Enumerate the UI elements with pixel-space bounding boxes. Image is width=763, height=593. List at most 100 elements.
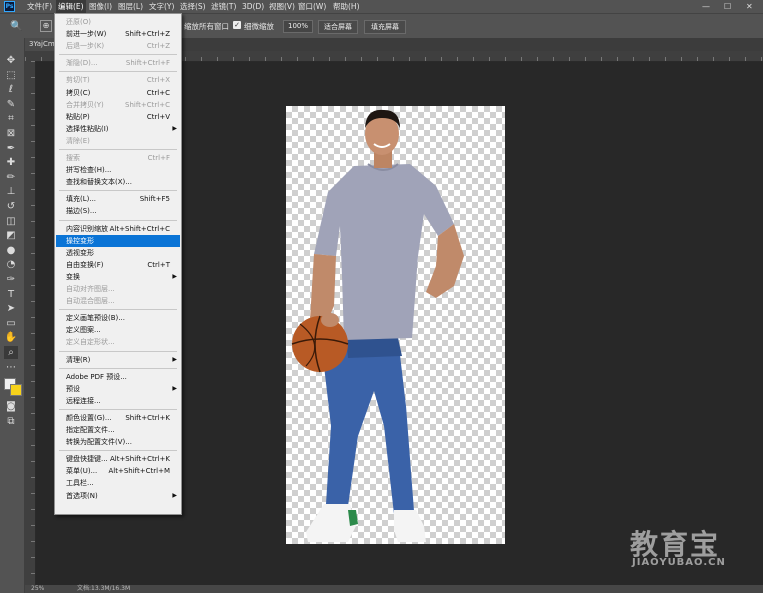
status-zoom[interactable]: 25% xyxy=(31,585,44,593)
edit-menu-item[interactable]: 首选项(N) ▶ xyxy=(56,490,180,502)
edit-menu-item[interactable]: 预设 ▶ xyxy=(56,383,180,395)
menu-3d[interactable]: 3D(D) xyxy=(240,0,266,13)
hand-tool-icon[interactable]: ✋ xyxy=(4,331,18,344)
edit-menu-item[interactable]: 渐隐(D)... Shift+Ctrl+F xyxy=(56,57,180,69)
menu-item-label: 菜单(U)... xyxy=(66,467,98,476)
edit-menu-item[interactable]: 清除(E) xyxy=(56,135,180,147)
edit-menu-item[interactable]: 远程连接... xyxy=(56,395,180,407)
menu-item-label: 查找和替换文本(X)... xyxy=(66,178,132,187)
scrubby-zoom-checkbox[interactable]: ✓ xyxy=(233,21,241,29)
edit-menu-item[interactable]: Adobe PDF 预设... xyxy=(56,371,180,383)
edit-menu-item[interactable]: 清理(R) ▶ xyxy=(56,354,180,366)
stamp-tool-icon[interactable]: ⊥ xyxy=(4,185,18,198)
edit-menu-item[interactable]: 前进一步(W) Shift+Ctrl+Z xyxy=(56,28,180,40)
person-with-basketball-image xyxy=(291,109,464,542)
edit-menu-item[interactable]: 还原(O) xyxy=(56,16,180,28)
menu-item-label: 剪切(T) xyxy=(66,76,90,85)
screen-mode-icon[interactable]: ⧉ xyxy=(4,415,18,428)
edit-menu-item[interactable]: 透视变形 xyxy=(56,247,180,259)
menu-item-label: 自由变换(F) xyxy=(66,260,104,269)
edit-menu-item[interactable]: 自动对齐图层... xyxy=(56,283,180,295)
dodge-tool-icon[interactable]: ◔ xyxy=(4,258,18,271)
edit-menu-item[interactable]: 查找和替换文本(X)... xyxy=(56,176,180,188)
fill-screen-button[interactable]: 填充屏幕 xyxy=(364,20,406,34)
menu-layer[interactable]: 图层(L) xyxy=(116,0,145,13)
edit-menu-item[interactable]: 拼写检查(H)... xyxy=(56,164,180,176)
quick-select-tool-icon[interactable]: ✎ xyxy=(4,98,18,111)
pen-tool-icon[interactable]: ✑ xyxy=(4,273,18,286)
menu-edit[interactable]: 编辑(E) xyxy=(56,0,86,13)
edit-menu-item[interactable]: 转换为配置文件(V)... xyxy=(56,436,180,448)
edit-menu-item[interactable]: 定义画笔预设(B)... xyxy=(56,312,180,324)
menu-type[interactable]: 文字(Y) xyxy=(147,0,176,13)
menu-item-shortcut: Alt+Shift+Ctrl+M xyxy=(108,467,170,476)
more-tools-icon[interactable]: ⋯ xyxy=(4,361,18,374)
paint-bucket-tool-icon[interactable]: ◩ xyxy=(4,229,18,242)
maximize-icon[interactable]: ☐ xyxy=(724,0,731,13)
edit-menu-item[interactable]: 填充(L)... Shift+F5 xyxy=(56,193,180,205)
status-doc-info[interactable]: 文档:13.3M/16.3M xyxy=(77,585,130,593)
menu-filter[interactable]: 滤镜(T) xyxy=(209,0,238,13)
menu-window[interactable]: 窗口(W) xyxy=(296,0,328,13)
move-tool-icon[interactable]: ✥ xyxy=(4,54,18,67)
edit-menu-item[interactable]: 搜索 Ctrl+F xyxy=(56,152,180,164)
edit-menu-item[interactable]: 拷贝(C) Ctrl+C xyxy=(56,87,180,99)
minimize-icon[interactable]: — xyxy=(702,0,710,13)
edit-menu-item[interactable]: 自动混合图层... xyxy=(56,295,180,307)
zoom-percent-field[interactable]: 100% xyxy=(283,20,313,33)
menu-item-shortcut: Shift+Ctrl+K xyxy=(125,413,170,422)
menu-separator xyxy=(59,149,177,150)
edit-menu-item[interactable]: 粘贴(P) Ctrl+V xyxy=(56,111,180,123)
edit-menu-item[interactable]: 指定配置文件... xyxy=(56,424,180,436)
brush-tool-icon[interactable]: ✏ xyxy=(4,171,18,184)
document-canvas[interactable] xyxy=(286,106,505,544)
vertical-ruler[interactable] xyxy=(25,61,36,585)
menu-item-shortcut: Ctrl+T xyxy=(147,260,170,269)
quick-mask-icon[interactable]: ◙ xyxy=(4,400,18,413)
history-brush-tool-icon[interactable]: ↺ xyxy=(4,200,18,213)
menu-view[interactable]: 视图(V) xyxy=(267,0,297,13)
menu-item-label: 指定配置文件... xyxy=(66,426,115,434)
edit-menu-item[interactable]: 描边(S)... xyxy=(56,205,180,217)
path-select-tool-icon[interactable]: ➤ xyxy=(4,302,18,315)
shape-tool-icon[interactable]: ▭ xyxy=(4,317,18,330)
crop-tool-icon[interactable]: ⌗ xyxy=(4,112,18,125)
edit-menu-item[interactable]: 自由变换(F) Ctrl+T xyxy=(56,259,180,271)
photoshop-logo-icon[interactable]: Ps xyxy=(4,1,15,12)
menu-select[interactable]: 选择(S) xyxy=(178,0,208,13)
edit-menu-item[interactable]: 合并拷贝(Y) Shift+Ctrl+C xyxy=(56,99,180,111)
healing-tool-icon[interactable]: ✚ xyxy=(4,156,18,169)
edit-menu-item[interactable]: 内容识别缩放 Alt+Shift+Ctrl+C xyxy=(56,223,180,235)
type-tool-icon[interactable]: T xyxy=(4,288,18,301)
edit-menu-item[interactable]: 剪切(T) Ctrl+X xyxy=(56,74,180,86)
menu-item-label: 远程连接... xyxy=(66,396,101,405)
edit-menu-item[interactable]: 变换 ▶ xyxy=(56,271,180,283)
menu-file[interactable]: 文件(F) xyxy=(25,0,54,13)
edit-menu-item[interactable]: 操控变形 xyxy=(56,234,180,247)
resize-all-windows-label[interactable]: 缩放所有窗口 xyxy=(184,21,229,32)
menu-help[interactable]: 帮助(H) xyxy=(331,0,362,13)
blur-tool-icon[interactable]: ● xyxy=(4,244,18,257)
edit-menu-item[interactable]: 颜色设置(G)... Shift+Ctrl+K xyxy=(56,412,180,424)
edit-menu-item[interactable]: 选择性粘贴(I) ▶ xyxy=(56,123,180,135)
fit-screen-button[interactable]: 适合屏幕 xyxy=(318,20,358,34)
zoom-tool-preset-icon[interactable]: 🔍 xyxy=(10,21,22,32)
eyedropper-tool-icon[interactable]: ✒ xyxy=(4,142,18,155)
menu-item-shortcut: Ctrl+F xyxy=(147,154,170,162)
frame-tool-icon[interactable]: ⊠ xyxy=(4,127,18,140)
eraser-tool-icon[interactable]: ◫ xyxy=(4,215,18,228)
zoom-tool-icon[interactable]: ⌕ xyxy=(4,346,18,359)
menu-image[interactable]: 图像(I) xyxy=(87,0,114,13)
menu-item-label: 填充(L)... xyxy=(66,195,97,204)
edit-menu-item[interactable]: 工具栏... xyxy=(56,477,180,489)
edit-menu-item[interactable]: 定义图案... xyxy=(56,324,180,336)
lasso-tool-icon[interactable]: ℓ xyxy=(4,83,18,96)
edit-menu-item[interactable]: 键盘快捷键... Alt+Shift+Ctrl+K xyxy=(56,453,180,465)
background-color-swatch[interactable] xyxy=(10,384,22,396)
edit-menu-item[interactable]: 定义自定形状... xyxy=(56,336,180,348)
edit-menu-item[interactable]: 菜单(U)... Alt+Shift+Ctrl+M xyxy=(56,465,180,477)
edit-menu-item[interactable]: 后退一步(K) Ctrl+Z xyxy=(56,40,180,52)
close-icon[interactable]: ✕ xyxy=(746,0,753,13)
zoom-in-mode-icon[interactable]: ⊕ xyxy=(40,20,52,32)
marquee-tool-icon[interactable]: ⬚ xyxy=(4,69,18,82)
